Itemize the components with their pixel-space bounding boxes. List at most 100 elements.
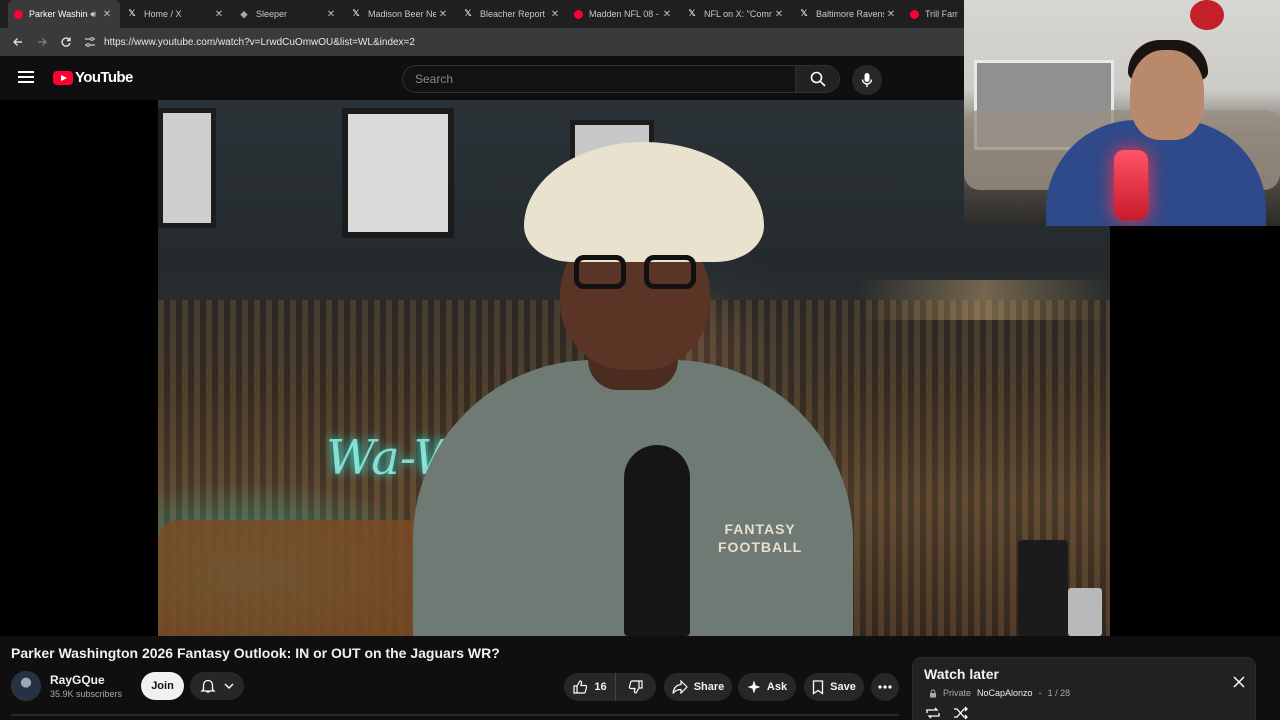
x-icon: 𝕏 [128,9,136,19]
browser-tab[interactable]: 𝕏 Bleacher Report o ✕ [456,0,568,28]
playlist-owner[interactable]: NoCapAlonzo [977,688,1033,698]
youtube-header: YouTube Search [0,56,964,100]
close-icon[interactable]: ✕ [212,9,226,20]
close-icon[interactable]: ✕ [884,9,898,20]
webcam-overlay [964,0,1280,226]
tab-title: Madden NFL 08 - [589,9,659,19]
sparkle-icon [747,680,761,694]
url-text: https://www.youtube.com/watch?v=LrwdCuOm… [104,36,415,48]
site-info-icon[interactable] [84,37,98,47]
close-icon[interactable]: ✕ [436,9,450,20]
microphone-icon [861,73,873,87]
youtube-play-icon [53,70,73,85]
browser-tab-strip: Parker Washin 🔊︎ ✕ 𝕏 Home / X ✕ ◆ Sleepe… [0,0,964,28]
youtube-icon [14,9,23,19]
playlist-panel: Watch later Private NoCapAlonzo - 1 / 28 [912,657,1256,720]
youtube-icon [910,9,919,19]
close-icon[interactable]: ✕ [100,9,114,20]
reload-button[interactable] [54,30,78,54]
chevron-down-icon [224,683,234,689]
playlist-privacy: Private [943,688,972,698]
tab-title: Bleacher Report o [480,9,548,19]
studio-speaker [1018,540,1068,636]
close-icon[interactable]: ✕ [324,9,338,20]
close-icon[interactable]: ✕ [772,9,786,20]
speaker-icon[interactable]: 🔊︎ [90,9,96,20]
close-icon[interactable]: ✕ [660,9,674,20]
glasses [574,255,704,291]
x-icon: 𝕏 [352,9,360,19]
close-playlist-button[interactable] [1229,672,1249,692]
like-button[interactable]: 16 [564,673,616,701]
browser-tab[interactable]: 𝕏 Madison Beer Nev ✕ [344,0,456,28]
tab-title: NFL on X: "Comm [704,9,772,19]
forward-button[interactable] [30,30,54,54]
browser-tab[interactable]: ◆ Sleeper ✕ [232,0,344,28]
channel-name[interactable]: RayGQue [50,673,105,687]
dislike-button[interactable] [616,673,656,701]
tab-title: Parker Washin [29,9,88,19]
red-light [1114,150,1148,220]
tab-title: Trill Famil [925,9,958,19]
close-icon [1233,676,1245,688]
share-label: Share [693,681,725,693]
save-button[interactable]: Save [804,673,864,701]
podcast-microphone [624,445,690,636]
thumbs-down-icon [628,680,643,694]
wall-picture [158,108,216,228]
bookmark-icon [812,679,824,695]
menu-icon[interactable] [18,71,34,83]
playlist-position: 1 / 28 [1047,688,1071,698]
close-icon[interactable]: ✕ [548,9,562,20]
join-button[interactable]: Join [141,672,184,700]
tab-title: Home / X [144,9,182,19]
browser-tab[interactable]: 𝕏 Baltimore Ravens ✕ [792,0,904,28]
more-horizontal-icon [878,685,892,689]
playlist-meta: Private NoCapAlonzo - 1 / 28 [929,688,1070,698]
screen: Parker Washin 🔊︎ ✕ 𝕏 Home / X ✕ ◆ Sleepe… [0,0,1280,720]
ask-label: Ask [766,681,788,693]
tab-title: Baltimore Ravens [816,9,884,19]
youtube-wordmark: YouTube [75,69,133,86]
more-actions-button[interactable] [871,673,899,701]
browser-tab[interactable]: 𝕏 Home / X ✕ [120,0,232,28]
sleeper-icon: ◆ [240,8,248,19]
browser-tab[interactable]: Trill Famil [904,0,964,28]
subscribed-button[interactable] [190,672,244,700]
shuffle-button[interactable] [953,706,969,720]
channel-avatar[interactable] [11,671,41,701]
tab-title: Sleeper [256,9,288,19]
tumbler-cup [1068,588,1102,636]
browser-tab[interactable]: 𝕏 NFL on X: "Comm ✕ [680,0,792,28]
like-dislike-group: 16 [564,673,656,701]
youtube-icon [574,9,583,19]
x-icon: 𝕏 [464,9,472,19]
voice-search-button[interactable] [852,65,882,95]
search-input[interactable]: Search [402,65,796,93]
url-field[interactable]: https://www.youtube.com/watch?v=LrwdCuOm… [84,31,964,53]
tab-title: Madison Beer Nev [368,9,436,19]
subscriber-count: 35.9K subscribers [50,689,123,699]
browser-tab[interactable]: Parker Washin 🔊︎ ✕ [8,0,120,28]
browser-tab[interactable]: Madden NFL 08 - ✕ [568,0,680,28]
ask-button[interactable]: Ask [738,673,796,701]
like-count: 16 [594,681,607,693]
bucket-hat [524,142,764,262]
back-button[interactable] [6,30,30,54]
share-icon [672,680,688,694]
playlist-title[interactable]: Watch later [924,666,999,682]
search-icon [810,71,826,87]
x-icon: 𝕏 [688,9,696,19]
bell-icon [200,679,216,693]
streamer-face [1130,50,1204,140]
search-button[interactable] [796,65,840,93]
save-label: Save [830,681,856,693]
youtube-logo[interactable]: YouTube [53,69,133,86]
video-title: Parker Washington 2026 Fantasy Outlook: … [11,645,500,661]
shirt-logo: FANTASY FOOTBALL [718,521,803,555]
share-button[interactable]: Share [664,673,732,701]
loop-button[interactable] [925,706,941,720]
lock-icon [930,689,936,697]
loop-icon [926,707,940,719]
wall-picture [342,108,454,238]
